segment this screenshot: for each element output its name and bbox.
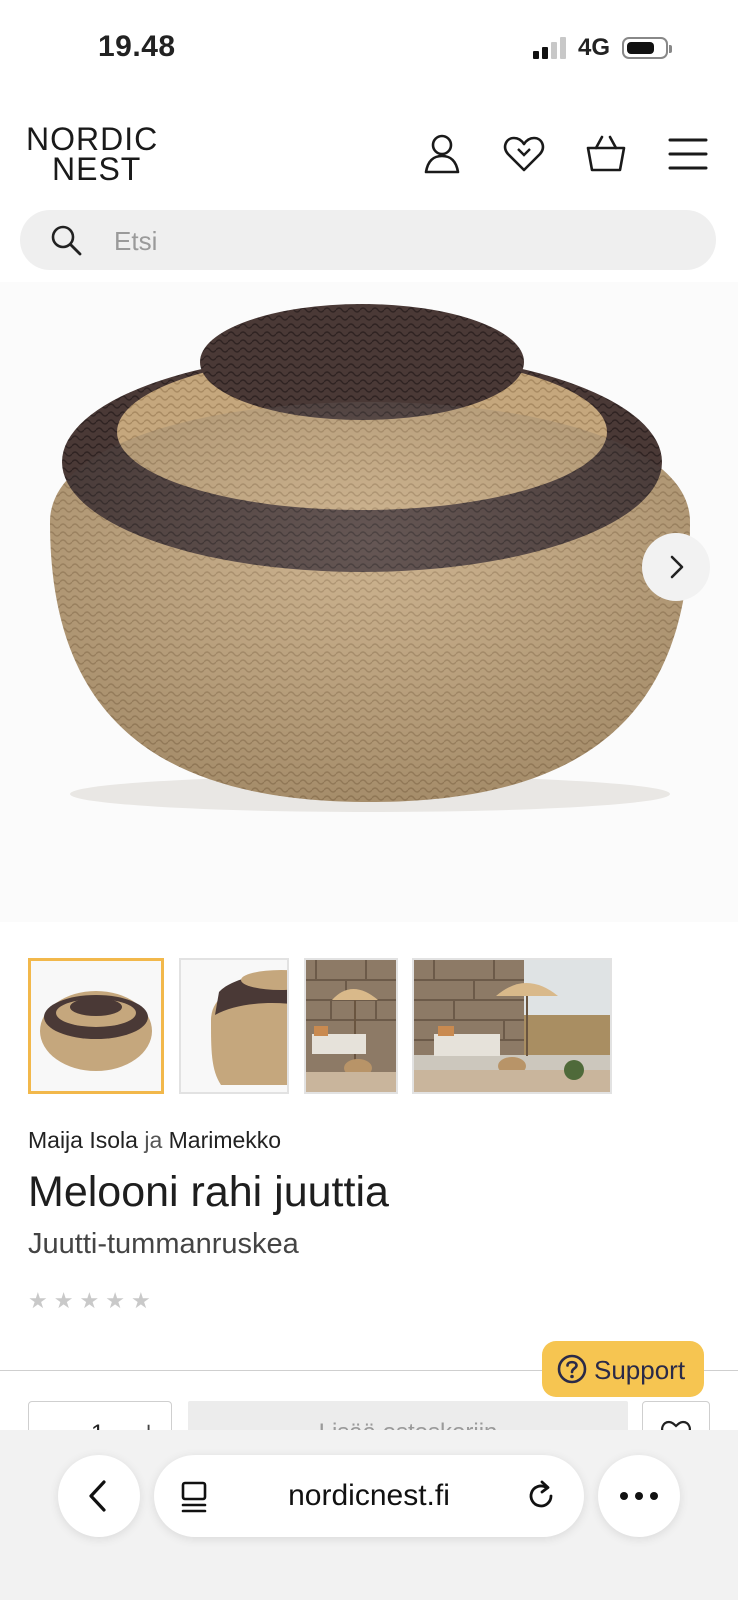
add-to-cart-button[interactable]: Lisää ostoskoriin xyxy=(188,1401,628,1431)
star-icon: ★ xyxy=(79,1288,100,1313)
star-icon: ★ xyxy=(28,1288,48,1313)
chevron-left-icon xyxy=(89,1480,106,1512)
browser-toolbar: nordicnest.fi xyxy=(0,1430,738,1600)
heart-icon[interactable] xyxy=(502,132,546,176)
next-image-button[interactable] xyxy=(642,533,710,601)
thumbnail-4[interactable] xyxy=(412,958,612,1094)
thumbnail-3[interactable] xyxy=(304,958,398,1094)
quantity-stepper[interactable]: – 1 + xyxy=(28,1401,172,1431)
logo-line-1: NORDIC xyxy=(26,121,159,157)
logo-line-2: NEST xyxy=(52,151,142,187)
quantity-increase-button[interactable]: + xyxy=(141,1416,156,1431)
status-indicators: 4G xyxy=(532,34,672,62)
product-title: Melooni rahi juuttia xyxy=(28,1168,389,1216)
more-dots-icon xyxy=(620,1492,658,1500)
support-label: Support xyxy=(594,1355,686,1385)
browser-back-button[interactable] xyxy=(58,1455,140,1537)
address-bar[interactable]: nordicnest.fi xyxy=(154,1455,584,1537)
browser-more-button[interactable] xyxy=(598,1455,680,1537)
account-icon[interactable] xyxy=(420,132,464,176)
thumbnail-1[interactable] xyxy=(28,958,164,1094)
wishlist-button[interactable] xyxy=(642,1401,710,1431)
thumbnail-2[interactable] xyxy=(179,958,289,1094)
help-icon xyxy=(557,1354,587,1384)
search-bar[interactable] xyxy=(20,210,716,270)
nordic-nest-logo[interactable]: NORDIC NEST xyxy=(26,121,159,187)
product-main-image[interactable] xyxy=(0,282,738,922)
status-time: 19.48 xyxy=(98,30,176,63)
signal-icon xyxy=(532,37,566,59)
product-brand-line: Maija Isola ja Marimekko xyxy=(28,1127,281,1154)
search-input[interactable] xyxy=(112,218,676,264)
battery-icon xyxy=(622,37,672,59)
star-icon: ★ xyxy=(130,1288,151,1313)
url-text: nordicnest.fi xyxy=(288,1479,450,1512)
reload-icon xyxy=(529,1480,553,1508)
rating-stars[interactable]: ★ ★ ★ ★ ★ xyxy=(28,1288,151,1314)
search-icon xyxy=(50,224,82,261)
star-icon: ★ xyxy=(53,1288,74,1313)
star-icon: ★ xyxy=(105,1288,125,1313)
designer-link[interactable]: Maija Isola xyxy=(28,1127,138,1153)
heart-outline-icon xyxy=(661,1420,691,1431)
menu-icon[interactable] xyxy=(668,132,712,176)
brand-link[interactable]: Marimekko xyxy=(169,1127,281,1153)
chevron-right-icon xyxy=(670,555,684,579)
product-variant: Juutti-tummanruskea xyxy=(28,1228,299,1260)
cart-icon[interactable] xyxy=(584,132,628,176)
support-button[interactable]: Support xyxy=(542,1341,704,1397)
network-type: 4G xyxy=(577,34,610,61)
brand-conjunction: ja xyxy=(144,1127,163,1153)
